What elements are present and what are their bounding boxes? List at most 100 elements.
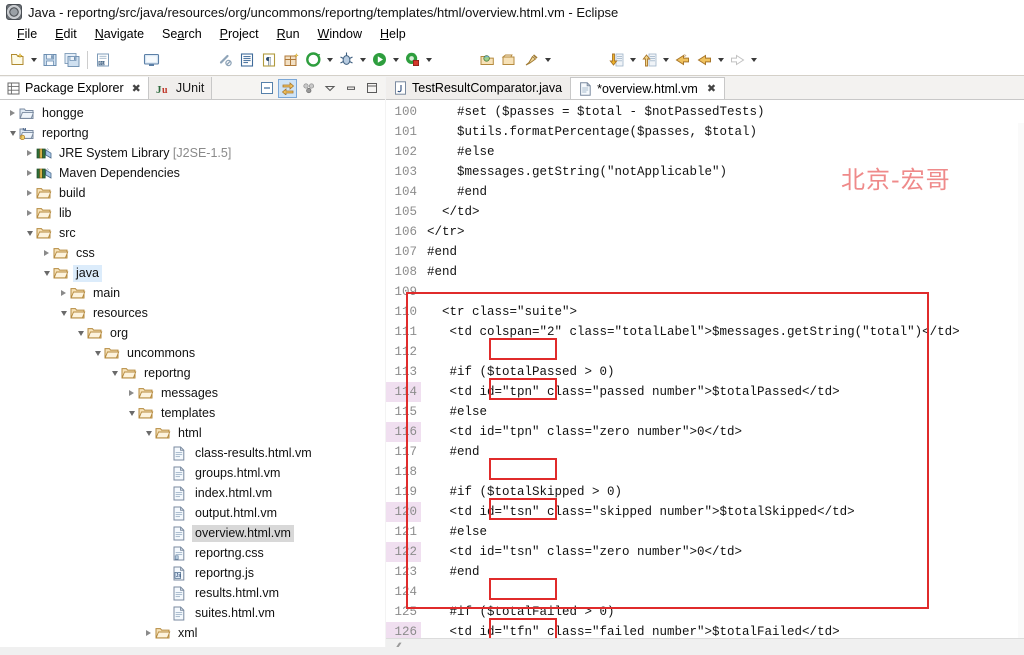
maximize-icon[interactable]	[362, 79, 381, 98]
code-line[interactable]: 107 #end	[386, 242, 1024, 262]
new-package-icon[interactable]	[280, 48, 302, 72]
open-type-icon[interactable]	[476, 48, 498, 72]
tree-item-html[interactable]: html	[0, 423, 385, 443]
chevron-right-icon[interactable]	[23, 163, 36, 183]
minimize-icon[interactable]	[341, 79, 360, 98]
formatter-icon[interactable]	[236, 48, 258, 72]
chevron-right-icon[interactable]	[6, 103, 19, 123]
editor-vertical-scrollbar[interactable]	[1018, 123, 1024, 655]
tree-item-resources[interactable]: resources	[0, 303, 385, 323]
previous-annotation-dropdown-icon[interactable]	[660, 48, 671, 72]
tree-item-build[interactable]: build	[0, 183, 385, 203]
menu-file[interactable]: File	[8, 26, 46, 42]
tree-item-reportng[interactable]: reportng	[0, 363, 385, 383]
chevron-down-icon[interactable]	[57, 303, 70, 323]
chevron-right-icon[interactable]	[125, 383, 138, 403]
code-line[interactable]: 100 #set ($passes = $total - $notPassedT…	[386, 102, 1024, 122]
code-line[interactable]: 112	[386, 342, 1024, 362]
tree-item-org[interactable]: org	[0, 323, 385, 343]
previous-annotation-icon[interactable]	[638, 48, 660, 72]
tree-item-lib[interactable]: lib	[0, 203, 385, 223]
close-icon[interactable]: ✖	[132, 82, 141, 95]
external-tools-icon[interactable]	[302, 48, 324, 72]
tree-item-reportng-js[interactable]: Js reportng.js	[0, 563, 385, 583]
tree-item-class-results-html-vm[interactable]: class-results.html.vm	[0, 443, 385, 463]
tree-item-hongge[interactable]: hongge	[0, 103, 385, 123]
run-dropdown-icon[interactable]	[390, 48, 401, 72]
tree-item-overview-html-vm[interactable]: overview.html.vm	[0, 523, 385, 543]
chevron-down-icon[interactable]	[142, 423, 155, 443]
chevron-down-icon[interactable]	[108, 363, 121, 383]
tree-item-main[interactable]: main	[0, 283, 385, 303]
chevron-right-icon[interactable]	[40, 243, 53, 263]
collapse-all-icon[interactable]	[257, 79, 276, 98]
debug-icon[interactable]	[335, 48, 357, 72]
paragraph-marks-icon[interactable]: ¶	[258, 48, 280, 72]
chevron-right-icon[interactable]	[142, 623, 155, 643]
code-line[interactable]: 119 #if ($totalSkipped > 0)	[386, 482, 1024, 502]
view-menu-filter-icon[interactable]	[299, 79, 318, 98]
tree-item-reportng-css[interactable]: reportng.css	[0, 543, 385, 563]
code-line[interactable]: 117 #end	[386, 442, 1024, 462]
link-with-editor-icon[interactable]	[278, 78, 297, 98]
close-icon[interactable]: ✖	[707, 82, 716, 95]
next-annotation-dropdown-icon[interactable]	[627, 48, 638, 72]
code-line[interactable]: 114 <td id="tpn" class="passed number">$…	[386, 382, 1024, 402]
tree-item-xml[interactable]: xml	[0, 623, 385, 643]
back-icon[interactable]	[693, 48, 715, 72]
code-line[interactable]: 123 #end	[386, 562, 1024, 582]
save-all-icon[interactable]	[61, 48, 83, 72]
run-icon[interactable]	[368, 48, 390, 72]
code-line[interactable]: 101 $utils.formatPercentage($passes, $to…	[386, 122, 1024, 142]
code-line[interactable]: 113 #if ($totalPassed > 0)	[386, 362, 1024, 382]
last-edit-location-icon[interactable]	[671, 48, 693, 72]
code-line[interactable]: 102 #else	[386, 142, 1024, 162]
tree-item-css[interactable]: css	[0, 243, 385, 263]
tree-item-templates[interactable]: templates	[0, 403, 385, 423]
menu-edit[interactable]: Edit	[46, 26, 86, 42]
new-wizard-icon[interactable]	[6, 48, 28, 72]
chevron-down-icon[interactable]	[23, 223, 36, 243]
forward-icon[interactable]	[726, 48, 748, 72]
save-icon[interactable]	[39, 48, 61, 72]
coverage-dropdown-icon[interactable]	[423, 48, 434, 72]
menu-run[interactable]: Run	[268, 26, 309, 42]
code-line[interactable]: 108 #end	[386, 262, 1024, 282]
chevron-down-icon[interactable]	[6, 123, 19, 143]
search-dropdown-icon[interactable]	[542, 48, 553, 72]
tree-item-results-html-vm[interactable]: results.html.vm	[0, 583, 385, 603]
tab-package-explorer[interactable]: Package Explorer ✖	[0, 77, 149, 99]
view-menu-icon[interactable]	[320, 79, 339, 98]
editor-tab-overview[interactable]: *overview.html.vm ✖	[571, 77, 726, 99]
new-wizard-dropdown-icon[interactable]	[28, 48, 39, 72]
chevron-down-icon[interactable]	[74, 323, 87, 343]
code-line[interactable]: 105 </td>	[386, 202, 1024, 222]
tree-item-output-html-vm[interactable]: output.html.vm	[0, 503, 385, 523]
next-annotation-icon[interactable]	[605, 48, 627, 72]
coverage-icon[interactable]	[401, 48, 423, 72]
tree-item-messages[interactable]: messages	[0, 383, 385, 403]
tree-item-java[interactable]: java	[0, 263, 385, 283]
tree-item-jre-system-library[interactable]: JRE System Library [J2SE-1.5]	[0, 143, 385, 163]
code-line[interactable]: 120 <td id="tsn" class="skipped number">…	[386, 502, 1024, 522]
menu-project[interactable]: Project	[211, 26, 268, 42]
chevron-right-icon[interactable]	[57, 283, 70, 303]
chevron-down-icon[interactable]	[91, 343, 104, 363]
skip-breakpoints-icon[interactable]	[214, 48, 236, 72]
tree-item-src[interactable]: src	[0, 223, 385, 243]
tab-junit[interactable]: J u JUnit	[148, 77, 213, 99]
tree-item-uncommons[interactable]: uncommons	[0, 343, 385, 363]
tree-item-index-html-vm[interactable]: index.html.vm	[0, 483, 385, 503]
code-line[interactable]: 109	[386, 282, 1024, 302]
code-line[interactable]: 125 #if ($totalFailed > 0)	[386, 602, 1024, 622]
forward-dropdown-icon[interactable]	[748, 48, 759, 72]
chevron-right-icon[interactable]	[23, 143, 36, 163]
code-line[interactable]: 118	[386, 462, 1024, 482]
menu-window[interactable]: Window	[309, 26, 371, 42]
code-line[interactable]: 111 <td colspan="2" class="totalLabel">$…	[386, 322, 1024, 342]
tree-item-maven-dependencies[interactable]: Maven Dependencies	[0, 163, 385, 183]
chevron-right-icon[interactable]	[23, 183, 36, 203]
binary-toggle-icon[interactable]: 010	[92, 48, 114, 72]
open-console-icon[interactable]	[140, 48, 162, 72]
tree-item-suites-html-vm[interactable]: suites.html.vm	[0, 603, 385, 623]
